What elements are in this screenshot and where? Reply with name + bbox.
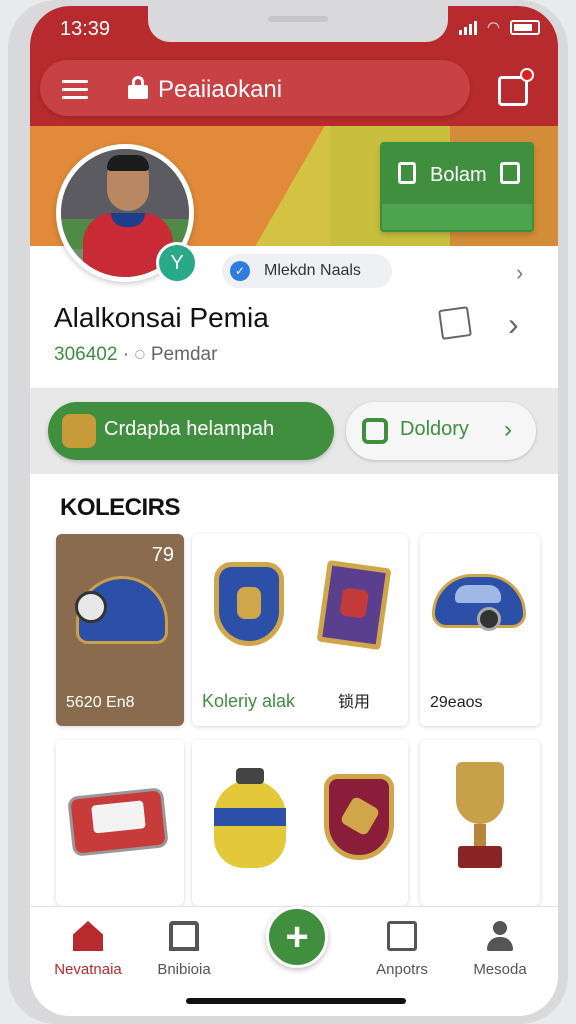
check-icon: ✓ xyxy=(230,261,250,281)
edit-icon[interactable] xyxy=(438,306,472,340)
nav-label: Nevatnaia xyxy=(54,961,122,978)
app-screen: 13:39 ◠ Peaiiaokani Bolam Y ✓ Mlekdn Naa… xyxy=(30,6,558,1016)
lock-icon xyxy=(128,76,148,99)
speaker-grille xyxy=(268,16,328,22)
battery-icon xyxy=(510,19,540,35)
notification-dot xyxy=(520,68,534,82)
status-icons: ◠ xyxy=(458,18,540,36)
primary-action-label: Crdapba helampah xyxy=(104,418,275,440)
status-chip[interactable]: ✓ Mlekdn Naals xyxy=(222,254,392,288)
wifi-icon: ◠ xyxy=(486,19,500,36)
search-text: Peaiiaokani xyxy=(158,76,283,103)
console-icon xyxy=(67,787,169,857)
collection-card[interactable] xyxy=(56,740,184,906)
secondary-action-label: Doldory xyxy=(400,418,469,440)
card-footer: 29eaos xyxy=(430,694,483,711)
nav-item-library[interactable]: Bnibioia xyxy=(134,921,234,978)
shield-icon xyxy=(214,562,284,646)
signal-icon xyxy=(458,19,477,35)
chevron-right-icon[interactable]: › xyxy=(508,306,519,343)
player-name: Alalkonsai Pemia xyxy=(54,302,269,333)
section-title: KOLECIRS xyxy=(60,494,181,521)
nav-item-home[interactable]: Nevatnaia xyxy=(38,921,138,978)
home-indicator xyxy=(186,998,406,1004)
collection-card-badges[interactable]: Koleriy alak 锁用 xyxy=(192,534,408,726)
nav-label: Mesoda xyxy=(473,961,527,978)
collection-card-car[interactable]: 29eaos xyxy=(420,534,540,726)
add-button[interactable]: + xyxy=(266,906,328,968)
menu-icon[interactable] xyxy=(62,80,88,99)
car-icon xyxy=(432,574,526,631)
helmet-icon xyxy=(75,576,168,644)
player-role: Pemdar xyxy=(150,344,218,365)
phone-frame: 13:39 ◠ Peaiiaokani Bolam Y ✓ Mlekdn Naa… xyxy=(8,0,568,1024)
chevron-right-icon: › xyxy=(504,416,512,443)
ball-icon xyxy=(214,768,286,868)
book-icon xyxy=(169,921,199,951)
gift-icon xyxy=(362,418,388,444)
chevron-right-icon[interactable]: › xyxy=(516,260,523,286)
item-count: 79 xyxy=(151,544,174,566)
card-footer: 5620 En8 xyxy=(66,694,135,711)
player-subtitle: 306402 · ◌ Pemdar xyxy=(54,344,217,366)
secondary-action-button[interactable]: Doldory › xyxy=(346,402,536,460)
card-footer-side: 锁用 xyxy=(338,694,371,711)
collection-card[interactable] xyxy=(192,740,408,906)
status-chip-label: Mlekdn Naals xyxy=(264,262,361,279)
trophy-icon xyxy=(62,414,96,448)
camera-notch xyxy=(148,6,448,42)
player-id: 306402 xyxy=(54,344,118,365)
banner-button-label: Bolam xyxy=(430,164,487,186)
trophy-icon xyxy=(450,762,510,872)
banner-button[interactable]: Bolam xyxy=(380,142,534,232)
wallet-icon xyxy=(500,162,520,184)
inbox-icon xyxy=(387,921,417,951)
collection-card[interactable] xyxy=(420,740,540,906)
search-bar[interactable]: Peaiiaokani xyxy=(40,60,470,116)
crest-icon xyxy=(324,774,394,860)
separator: · ◌ xyxy=(122,344,151,365)
verified-badge-icon: Y xyxy=(156,242,198,284)
nav-label: Bnibioia xyxy=(157,961,211,978)
nav-label: Anpotrs xyxy=(376,961,428,978)
collection-card-featured[interactable]: 79 5620 En8 xyxy=(56,534,184,726)
user-icon xyxy=(485,921,515,951)
primary-action-button[interactable]: Crdapba helampah xyxy=(48,402,334,460)
home-icon xyxy=(73,921,103,951)
document-icon xyxy=(398,162,416,184)
nav-item-profile[interactable]: Mesoda xyxy=(450,921,550,978)
status-time: 13:39 xyxy=(60,18,111,40)
card-footer: Koleriy alak xyxy=(202,691,296,711)
nav-item-inbox[interactable]: Anpotrs xyxy=(352,921,452,978)
card-box-icon xyxy=(316,559,392,651)
action-strip: Crdapba helampah Doldory › xyxy=(30,388,558,474)
